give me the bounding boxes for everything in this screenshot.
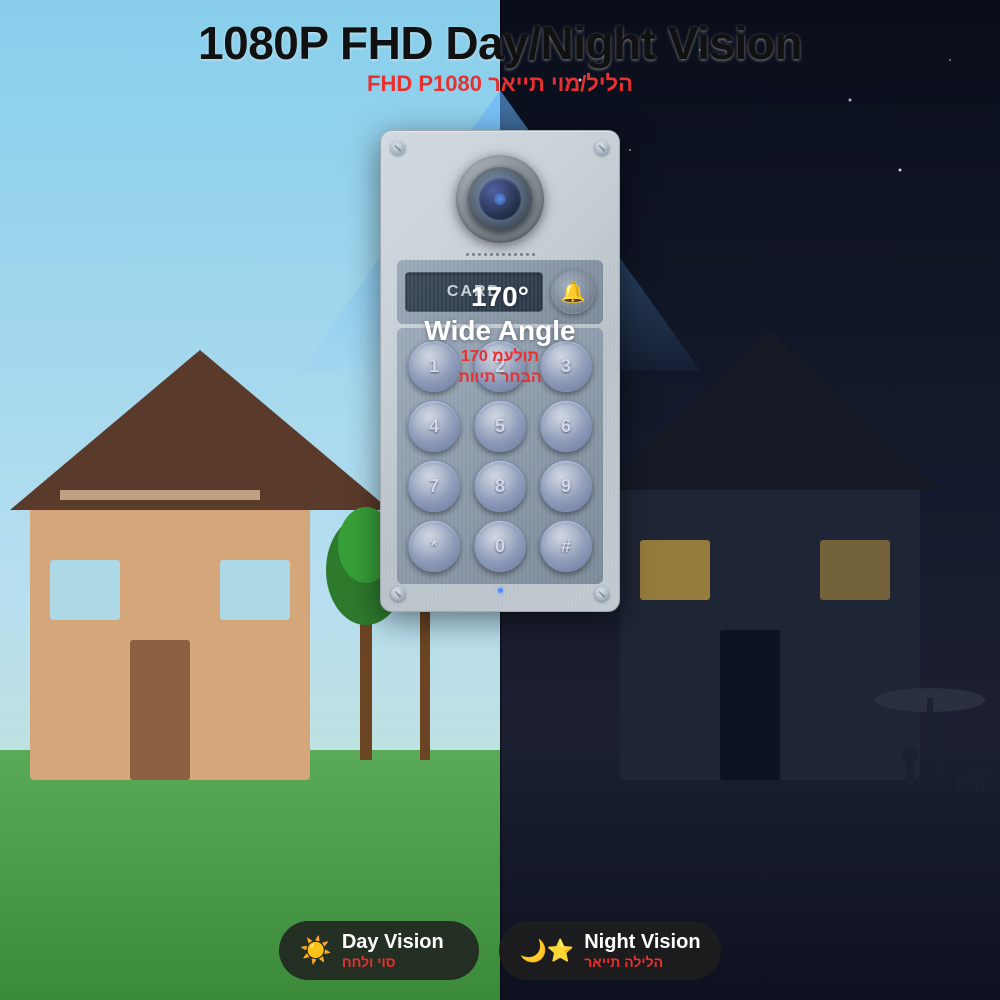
key-7[interactable]: 7 (408, 460, 460, 512)
mic-dot (496, 253, 499, 256)
mic-dot (478, 253, 481, 256)
key-label-6: 6 (561, 416, 571, 437)
screw-top-left (391, 141, 405, 155)
screw-bottom-left (391, 587, 405, 601)
day-vision-title: Day Vision (342, 931, 444, 954)
card-reader[interactable]: CARD (405, 272, 543, 312)
key-label-3: 3 (561, 356, 571, 377)
vision-badges: ☀️ Day Vision סוי ולחח 🌙⭐ Night Vision ה… (240, 921, 760, 980)
key-label-5: 5 (495, 416, 505, 437)
mic-dot (472, 253, 475, 256)
mic-dot (526, 253, 529, 256)
key-3[interactable]: 3 (540, 340, 592, 392)
day-badge-content: Day Vision סוי ולחח (342, 931, 444, 970)
camera-housing (456, 155, 544, 243)
bell-button[interactable]: 🔔 (551, 270, 595, 314)
mic-dot (532, 253, 535, 256)
key-label-2: 2 (495, 356, 505, 377)
key-label-9: 9 (561, 476, 571, 497)
mic-dot (514, 253, 517, 256)
day-vision-subtitle: סוי ולחח (342, 954, 396, 970)
keypad-section: 1 2 3 4 5 6 7 8 9 * 0 # (397, 328, 603, 584)
main-title: 1080P FHD Day/Night Vision (0, 18, 1000, 69)
key-8[interactable]: 8 (474, 460, 526, 512)
day-vision-badge: ☀️ Day Vision סוי ולחח (279, 921, 479, 980)
mic-dot (466, 253, 469, 256)
mic-dot (490, 253, 493, 256)
screw-top-right (595, 141, 609, 155)
key-9[interactable]: 9 (540, 460, 592, 512)
device-panel-container: CARD 🔔 1 2 3 4 5 6 7 8 9 * 0 # (380, 130, 620, 612)
intercom-panel: CARD 🔔 1 2 3 4 5 6 7 8 9 * 0 # (380, 130, 620, 612)
header: 1080P FHD Day/Night Vision הליל/מוי תייא… (0, 0, 1000, 97)
key-0[interactable]: 0 (474, 520, 526, 572)
mic-dot (484, 253, 487, 256)
moon-icon: 🌙⭐ (519, 938, 574, 964)
key-label-1: 1 (429, 356, 439, 377)
night-badge-content: Night Vision הלילה תייאר (584, 931, 700, 970)
key-6[interactable]: 6 (540, 400, 592, 452)
key-label-8: 8 (495, 476, 505, 497)
card-label: CARD (447, 283, 501, 301)
key-label-#: # (561, 536, 571, 557)
mic-dot (520, 253, 523, 256)
led-indicator (498, 588, 503, 593)
lens-reflection (494, 193, 506, 205)
camera-ring (468, 167, 532, 231)
screw-bottom-right (595, 587, 609, 601)
key-5[interactable]: 5 (474, 400, 526, 452)
key-label-*: * (430, 536, 437, 557)
bell-icon: 🔔 (561, 280, 586, 305)
camera-lens (479, 178, 521, 220)
night-vision-badge: 🌙⭐ Night Vision הלילה תייאר (499, 921, 720, 980)
camera-section (397, 147, 603, 249)
microphone-array (440, 253, 560, 256)
keypad-grid: 1 2 3 4 5 6 7 8 9 * 0 # (405, 340, 595, 572)
mic-dot (502, 253, 505, 256)
key-label-7: 7 (429, 476, 439, 497)
key-1[interactable]: 1 (408, 340, 460, 392)
key-2[interactable]: 2 (474, 340, 526, 392)
card-bell-section: CARD 🔔 (397, 260, 603, 324)
key-*[interactable]: * (408, 520, 460, 572)
mic-dot (508, 253, 511, 256)
key-label-0: 0 (495, 536, 505, 557)
key-label-4: 4 (429, 416, 439, 437)
key-4[interactable]: 4 (408, 400, 460, 452)
night-vision-title: Night Vision (584, 931, 700, 954)
key-#[interactable]: # (540, 520, 592, 572)
sun-icon: ☀️ (299, 935, 331, 966)
night-vision-subtitle: הלילה תייאר (584, 954, 663, 970)
main-subtitle-he: הליל/מוי תייאר FHD P1080 (0, 71, 1000, 97)
